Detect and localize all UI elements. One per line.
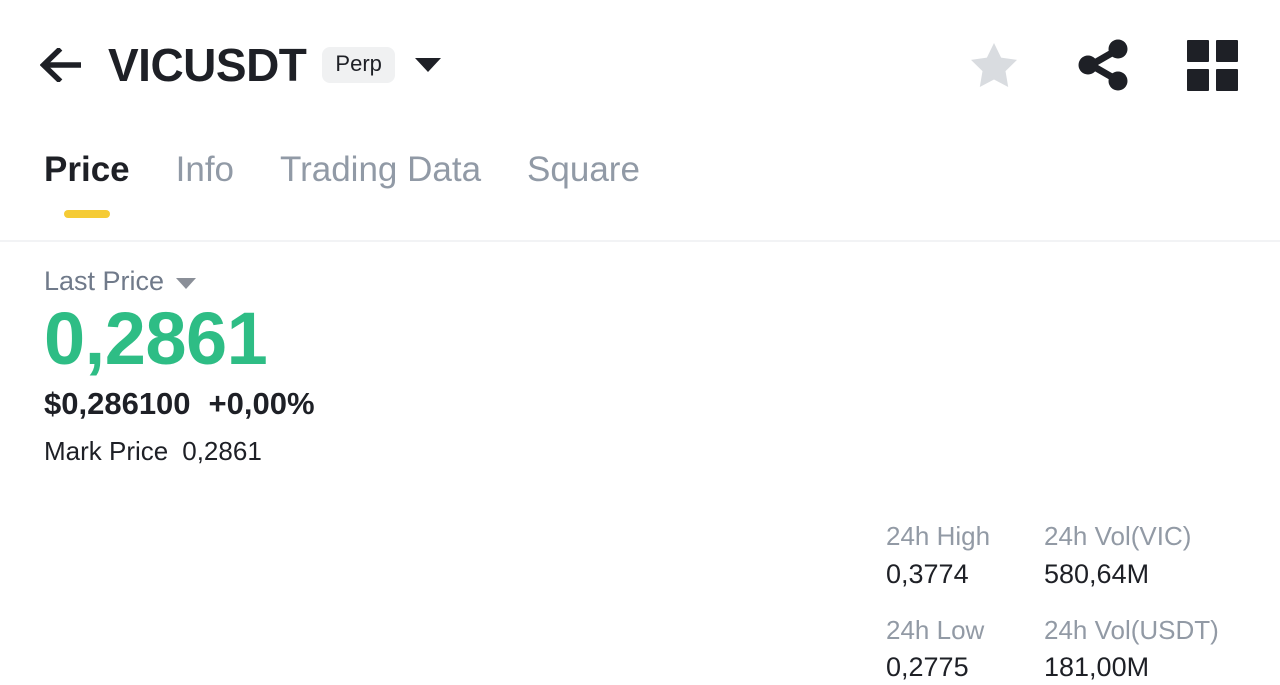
stat-24h-vol-quote: 24h Vol(USDT) 181,00M	[1044, 614, 1219, 685]
stat-label: 24h Low	[886, 614, 985, 645]
tab-trading-data[interactable]: Trading Data	[280, 148, 481, 218]
star-icon	[971, 43, 1017, 87]
grid-cell	[1216, 68, 1238, 91]
stat-value: 0,3774	[886, 558, 969, 589]
last-price-label: Last Price	[44, 266, 165, 296]
favorite-button[interactable]	[969, 41, 1019, 89]
stat-value: 580,64M	[1044, 558, 1150, 589]
contract-type-badge: Perp	[322, 47, 395, 83]
share-button[interactable]	[1075, 39, 1131, 91]
layout-grid-button[interactable]	[1187, 39, 1238, 91]
back-button[interactable]	[38, 41, 86, 89]
mark-price-value: 0,2861	[182, 436, 262, 467]
price-change-percent: +0,00%	[208, 386, 315, 422]
stat-label: 24h High	[886, 521, 991, 551]
tab-list: Price Info Trading Data Square	[0, 130, 1280, 240]
grid-cell	[1187, 39, 1209, 62]
tab-square[interactable]: Square	[527, 148, 640, 218]
fiat-and-change-row: $0,286100 +0,00%	[44, 386, 644, 422]
tab-price[interactable]: Price	[44, 148, 130, 218]
last-price-selector[interactable]: Last Price	[44, 268, 644, 295]
arrow-left-icon	[40, 48, 81, 82]
tab-info[interactable]: Info	[176, 148, 234, 218]
share-icon	[1078, 39, 1128, 91]
header-left-group: VICUSDT Perp	[40, 41, 441, 89]
stat-label: 24h Vol(USDT)	[1044, 614, 1219, 645]
mark-price-label: Mark Price	[44, 436, 169, 467]
header-actions	[969, 0, 1238, 130]
stat-24h-low: 24h Low 0,2775	[886, 614, 1044, 685]
mark-price-row: Mark Price 0,2861	[44, 436, 644, 467]
caret-down-icon[interactable]	[176, 277, 197, 289]
grid-cell	[1216, 39, 1238, 62]
price-column: Last Price 0,2861 $0,286100 +0,00% Mark …	[44, 268, 644, 467]
price-overview-panel: Last Price 0,2861 $0,286100 +0,00% Mark …	[0, 242, 1280, 683]
stat-value: 0,2775	[886, 652, 969, 683]
last-price-value: 0,2861	[44, 297, 268, 380]
stat-24h-vol-base: 24h Vol(VIC) 580,64M	[1044, 520, 1219, 592]
grid-icon	[1187, 39, 1238, 91]
chevron-down-icon[interactable]	[414, 58, 441, 72]
stat-label: 24h Vol(VIC)	[1044, 521, 1192, 551]
stat-24h-high: 24h High 0,3774	[886, 520, 1044, 592]
stat-value: 181,00M	[1044, 652, 1150, 683]
market-stats-grid: 24h High 0,3774 24h Vol(VIC) 580,64M 24h…	[886, 520, 1219, 685]
fiat-price: $0,286100	[44, 386, 191, 422]
grid-cell	[1187, 68, 1209, 91]
page-title: VICUSDT	[108, 39, 307, 91]
tab-bar: Price Info Trading Data Square	[0, 130, 1280, 242]
symbol-block[interactable]: VICUSDT Perp	[108, 42, 441, 88]
page-header: VICUSDT Perp	[0, 0, 1280, 130]
